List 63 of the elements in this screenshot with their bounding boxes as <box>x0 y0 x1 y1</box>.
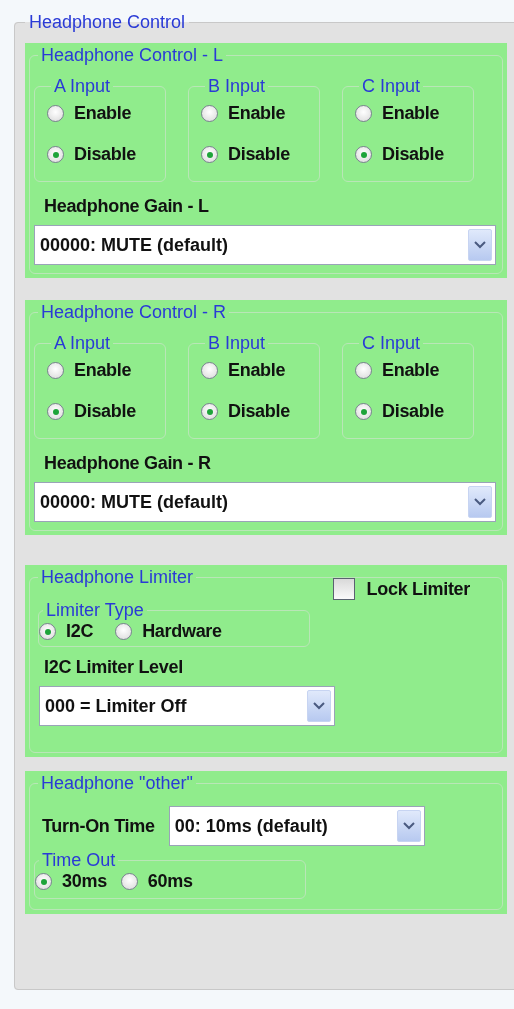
radio-label: 30ms <box>62 871 107 892</box>
dropdown-arrow-button[interactable] <box>468 229 492 261</box>
radio-button[interactable] <box>47 403 64 420</box>
group-title: C Input <box>361 76 422 97</box>
group-title: Headphone "other" <box>40 773 194 794</box>
radio-label: Enable <box>228 103 286 124</box>
dropdown[interactable]: 00: 10ms (default) <box>168 806 425 846</box>
group-title: C Input <box>361 333 422 354</box>
group-title: Headphone Limiter <box>40 567 195 588</box>
radio-label: Disable <box>382 401 444 422</box>
radio-label: Disable <box>382 144 444 165</box>
dropdown-arrow-button[interactable] <box>307 690 331 722</box>
radio-label: 60ms <box>147 871 193 892</box>
field-label: Headphone Gain - L <box>44 196 210 217</box>
radio-button[interactable] <box>120 873 138 890</box>
field-label: I2C Limiter Level <box>44 657 184 678</box>
radio-label: Disable <box>228 144 290 165</box>
group-title: Headphone Control - L <box>40 45 225 66</box>
radio-button[interactable] <box>35 873 52 890</box>
group-title: Headphone Control <box>28 12 187 33</box>
dropdown[interactable]: 000 = Limiter Off <box>39 686 335 726</box>
radio-button[interactable] <box>355 403 372 420</box>
radio-button[interactable] <box>201 146 218 163</box>
radio-button[interactable] <box>201 403 218 420</box>
radio-button[interactable] <box>47 362 64 379</box>
radio-button[interactable] <box>39 623 56 640</box>
radio-button[interactable] <box>201 362 218 379</box>
group-title: A Input <box>53 76 112 97</box>
group-title: A Input <box>53 333 112 354</box>
radio-label: Disable <box>228 401 290 422</box>
radio-label: Enable <box>382 360 440 381</box>
radio-button[interactable] <box>47 146 64 163</box>
radio-label: Disable <box>74 144 136 165</box>
checkbox[interactable] <box>332 578 355 600</box>
radio-button[interactable] <box>115 623 133 640</box>
radio-label: Enable <box>228 360 286 381</box>
dropdown[interactable]: 00000: MUTE (default) <box>34 225 496 265</box>
dropdown-arrow-button[interactable] <box>468 486 492 518</box>
group-title: Limiter Type <box>45 600 145 621</box>
field-label: Turn-On Time <box>42 815 155 837</box>
chevron-down-icon <box>313 702 325 710</box>
chevron-down-icon <box>474 498 486 506</box>
group-title: B Input <box>207 76 267 97</box>
group-title: Headphone Control - R <box>40 302 228 323</box>
radio-label: Enable <box>74 360 132 381</box>
radio-label: I2C <box>66 621 94 642</box>
radio-label: Hardware <box>142 621 222 642</box>
radio-button[interactable] <box>355 146 372 163</box>
field-label: Headphone Gain - R <box>44 453 212 474</box>
radio-label: Enable <box>382 103 440 124</box>
radio-button[interactable] <box>355 362 372 379</box>
dropdown[interactable]: 00000: MUTE (default) <box>34 482 496 522</box>
radio-button[interactable] <box>355 105 372 122</box>
radio-label: Enable <box>74 103 132 124</box>
radio-button[interactable] <box>201 105 218 122</box>
group-title: B Input <box>207 333 267 354</box>
group-title: Time Out <box>41 850 117 871</box>
dropdown-arrow-button[interactable] <box>396 810 421 842</box>
radio-button[interactable] <box>47 105 64 122</box>
radio-label: Disable <box>74 401 136 422</box>
checkbox-label: Lock Limiter <box>366 578 470 600</box>
chevron-down-icon <box>474 241 486 249</box>
chevron-down-icon <box>402 822 415 830</box>
